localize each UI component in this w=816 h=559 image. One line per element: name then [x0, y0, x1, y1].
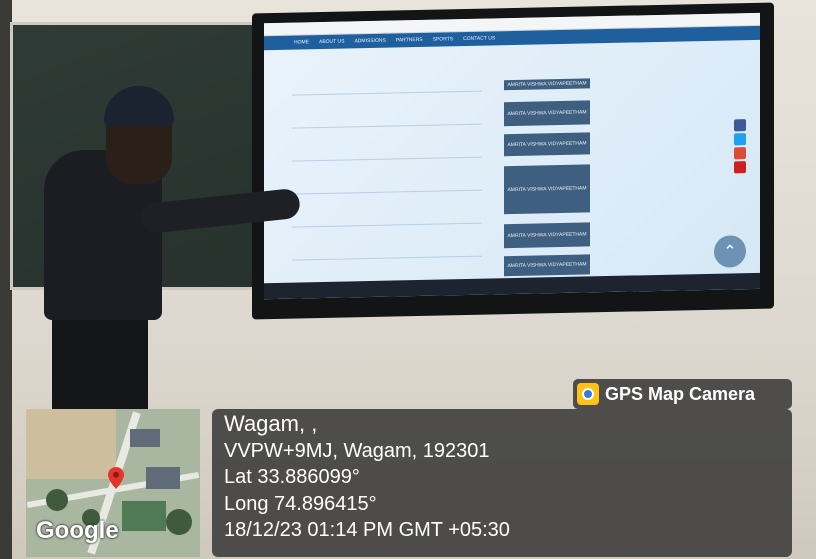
app-name: GPS Map Camera [605, 383, 756, 404]
google-logo: Google [36, 517, 119, 544]
nav-item: CONTACT US [463, 35, 496, 43]
nav-item: ABOUT US [319, 38, 345, 46]
list-item [292, 91, 482, 129]
content-listing [292, 58, 482, 300]
display-screen: HOME ABOUT US ADMISSIONS PARTNERS SPORTS… [264, 12, 760, 300]
address-line: VVPW+9MJ, Wagam, 192301 [224, 439, 490, 462]
list-item [292, 190, 482, 228]
ad-banner: AMRITA VISHWA VIDYAPEETHAM [504, 254, 590, 277]
timestamp: 18/12/23 01:14 PM GMT +05:30 [224, 519, 510, 541]
list-item [292, 58, 482, 96]
list-item [292, 223, 482, 261]
facebook-icon [734, 119, 746, 132]
nav-item: HOME [294, 39, 309, 46]
ad-banner: AMRITA VISHWA VIDYAPEETHAM [504, 222, 590, 249]
list-item [292, 157, 482, 195]
map-pin-icon [108, 467, 124, 489]
interactive-display: HOME ABOUT US ADMISSIONS PARTNERS SPORTS… [252, 2, 774, 320]
ad-banner: AMRITA VISHWA VIDYAPEETHAM [504, 78, 590, 91]
google-plus-icon [734, 147, 746, 160]
latitude: Lat 33.886099° [224, 466, 360, 488]
gps-camera-badge: GPS Map Camera [573, 379, 792, 409]
longitude: Long 74.896415° [224, 492, 377, 515]
youtube-icon [734, 161, 746, 174]
twitter-icon [734, 133, 746, 146]
place-name: Wagam, , [224, 411, 318, 436]
nav-item: SPORTS [432, 36, 454, 43]
ad-banner: AMRITA VISHWA VIDYAPEETHAM [504, 100, 590, 127]
nav-item: PARTNERS [395, 36, 423, 44]
location-info-panel: Wagam, , VVPW+9MJ, Wagam, 192301 Lat 33.… [212, 409, 792, 557]
ad-banner: AMRITA VISHWA VIDYAPEETHAM [504, 132, 590, 157]
list-item [292, 124, 482, 162]
location-map-thumbnail: Google [26, 409, 200, 557]
nav-item: ADMISSIONS [354, 37, 386, 45]
ad-banner: AMRITA VISHWA VIDYAPEETHAM [504, 164, 590, 215]
scroll-up-icon: ⌃ [714, 235, 746, 268]
camera-app-icon [577, 383, 599, 405]
